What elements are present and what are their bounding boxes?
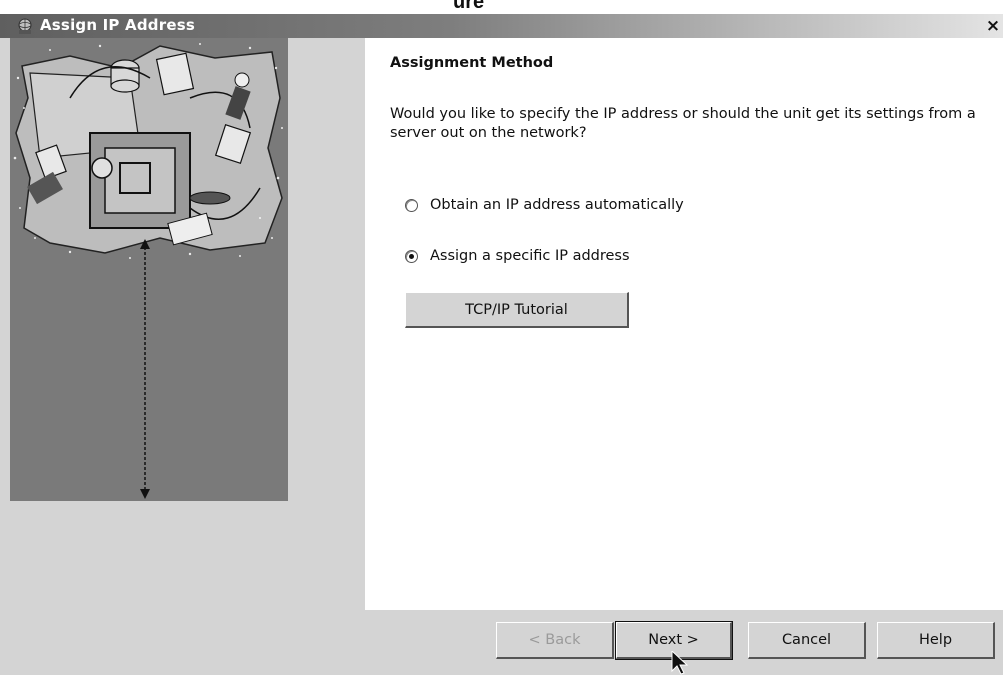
page-question: Would you like to specify the IP address… [390, 106, 976, 141]
cancel-button[interactable]: Cancel [748, 622, 866, 659]
radio-obtain-automatically[interactable]: Obtain an IP address automatically [405, 195, 684, 215]
title-bar[interactable]: Assign IP Address × [0, 14, 1003, 38]
figure-caption-strip: ure [0, 0, 1003, 14]
mouse-pointer-icon [671, 651, 689, 675]
radio-assign-specific[interactable]: Assign a specific IP address [405, 246, 630, 266]
page-heading: Assignment Method [390, 55, 554, 71]
dimension-arrow-icon [140, 239, 150, 499]
radio-label: Obtain an IP address automatically [430, 197, 684, 213]
radio-unselected-icon[interactable] [405, 198, 418, 212]
close-icon[interactable]: × [983, 15, 1003, 37]
figure-caption-fragment: ure [453, 0, 485, 13]
radio-label: Assign a specific IP address [430, 248, 630, 264]
network-wizard-icon [18, 18, 32, 34]
tcpip-tutorial-button[interactable]: TCP/IP Tutorial [405, 292, 629, 328]
wizard-content-pane: Assignment Method Would you like to spec… [365, 38, 1003, 610]
help-button[interactable]: Help [877, 622, 995, 659]
window-title: Assign IP Address [40, 16, 195, 34]
radio-selected-icon[interactable] [405, 249, 418, 263]
network-illustration [10, 38, 288, 263]
back-button[interactable]: < Back [496, 622, 614, 659]
